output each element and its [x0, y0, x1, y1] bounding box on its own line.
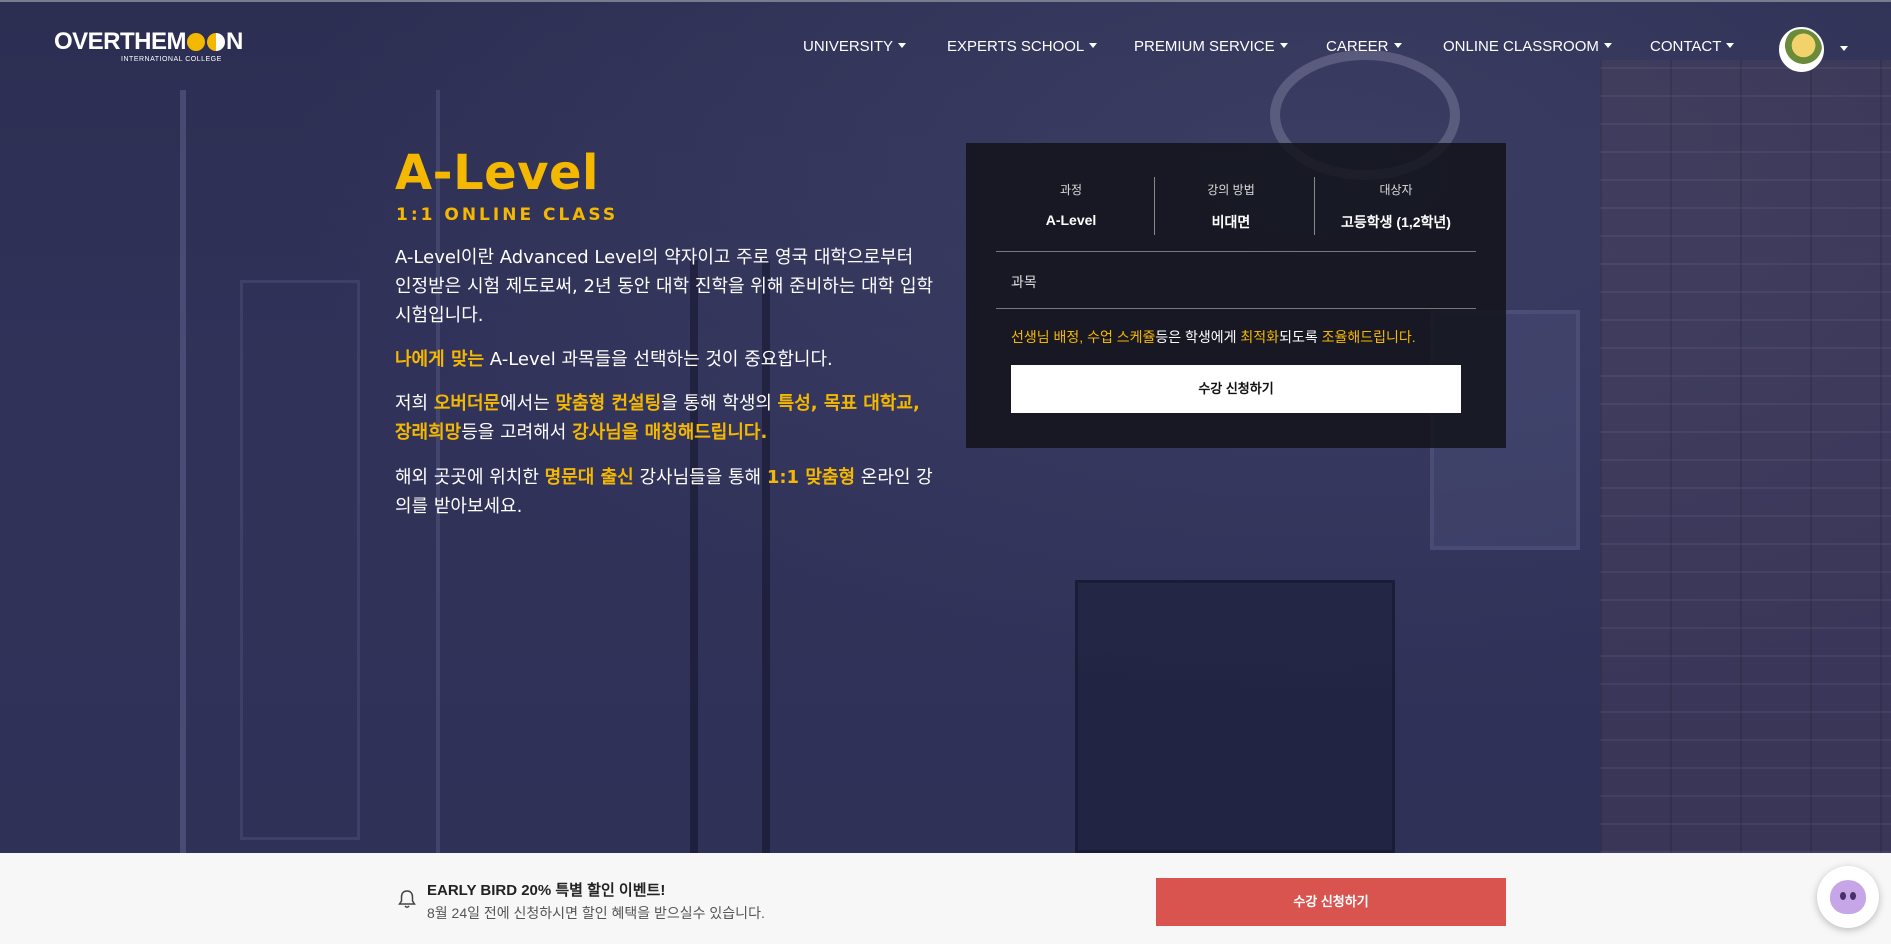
early-bird-apply-button[interactable]: 수강 신청하기	[1156, 878, 1506, 926]
caret-down-icon	[898, 43, 907, 48]
target-label: 대상자	[1379, 183, 1413, 197]
caret-down-icon	[1089, 43, 1098, 48]
caret-down-icon	[1726, 43, 1735, 48]
page-subtitle: 1:1 ONLINE CLASS	[396, 205, 619, 225]
nav-experts-school[interactable]: EXPERTS SCHOOL	[947, 38, 1098, 55]
user-avatar[interactable]	[1779, 27, 1824, 72]
chat-bot-icon	[1830, 880, 1866, 914]
caret-down-icon	[1393, 43, 1402, 48]
nav-career[interactable]: CAREER	[1326, 38, 1402, 55]
scheduling-notice: 선생님 배정, 수업 스케쥴등은 학생에게 최적화되도록 조율해드립니다.	[1011, 329, 1416, 345]
divider	[996, 308, 1476, 309]
chat-bot-eye	[1850, 892, 1856, 900]
method-value: 비대면	[1211, 214, 1251, 230]
nav-premium-service[interactable]: PREMIUM SERVICE	[1134, 38, 1288, 55]
apply-button[interactable]: 수강 신청하기	[1011, 365, 1461, 413]
nav-online-classroom[interactable]: ONLINE CLASSROOM	[1443, 38, 1612, 55]
divider	[996, 251, 1476, 252]
column-divider	[1314, 177, 1315, 235]
page-title: A-Level	[395, 145, 600, 201]
early-bird-bar: EARLY BIRD 20% 특별 할인 이벤트! 8월 24일 전에 신청하시…	[0, 853, 1891, 944]
course-column: 과정 A-Level	[996, 177, 1146, 239]
chat-bot-eye	[1840, 892, 1846, 900]
method-column: 강의 방법 비대면	[1156, 177, 1306, 239]
logo-subtitle: INTERNATIONAL COLLEGE	[121, 56, 222, 63]
background-cabinet	[1075, 580, 1395, 853]
logo-moon-icon	[187, 33, 206, 51]
caret-down-icon	[1603, 43, 1612, 48]
instructor-paragraph: 해외 곳곳에 위치한 명문대 출신 강사님들을 통해 1:1 맞춤형 온라인 강…	[395, 467, 933, 517]
target-value: 고등학생 (1,2학년)	[1341, 214, 1451, 230]
importance-paragraph: 나에게 맞는 A-Level 과목들을 선택하는 것이 중요합니다.	[395, 349, 833, 370]
nav-university[interactable]: UNIVERSITY	[803, 38, 907, 55]
consulting-paragraph: 저희 오버더문에서는 맞춤형 컨설팅을 통해 학생의 특성, 목표 대학교, 장…	[395, 393, 920, 443]
logo-wordmark: OVERTHEM N	[54, 28, 243, 55]
nav-contact[interactable]: CONTACT	[1650, 38, 1735, 55]
background-brick-wall	[1600, 60, 1891, 853]
logo-half-moon-icon	[207, 33, 226, 51]
subject-label: 과목	[1011, 274, 1037, 290]
chat-bot-button[interactable]	[1817, 866, 1879, 928]
hero-section: OVERTHEM N INTERNATIONAL COLLEGE UNIVERSI…	[0, 0, 1891, 853]
bell-icon	[398, 890, 416, 908]
top-border	[0, 0, 1891, 2]
early-bird-subtitle: 8월 24일 전에 신청하시면 할인 혜택을 받으실수 있습니다.	[427, 905, 765, 921]
course-label: 과정	[1059, 183, 1083, 197]
column-divider	[1154, 177, 1155, 235]
course-info-panel: 과정 A-Level 강의 방법 비대면 대상자 고등학생 (1,2학년) 과목…	[966, 143, 1506, 448]
method-label: 강의 방법	[1207, 183, 1255, 197]
background-door-panel	[240, 280, 360, 840]
avatar-caret-down-icon[interactable]	[1840, 46, 1848, 51]
course-value: A-Level	[1045, 212, 1097, 228]
site-logo[interactable]: OVERTHEM N INTERNATIONAL COLLEGE	[54, 28, 243, 64]
target-column: 대상자 고등학생 (1,2학년)	[1316, 177, 1476, 239]
early-bird-title: EARLY BIRD 20% 특별 할인 이벤트!	[427, 882, 666, 899]
caret-down-icon	[1279, 43, 1288, 48]
intro-paragraph: A-Level이란 Advanced Level의 약자이고 주로 영국 대학으…	[395, 247, 934, 326]
